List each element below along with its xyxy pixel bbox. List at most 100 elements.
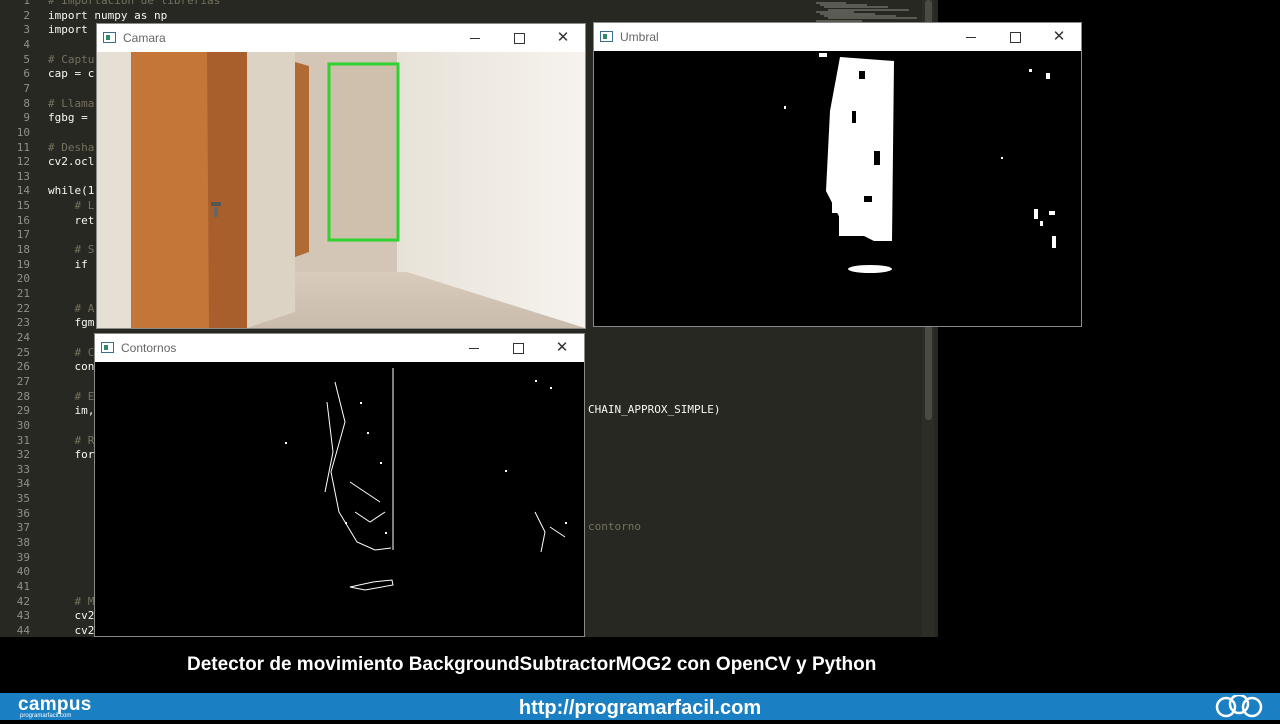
line-number: 20 [16,272,30,286]
close-icon: ✕ [1052,28,1066,45]
minimize-icon [966,36,976,38]
footer-url-link[interactable]: http://programarfacil.com [0,697,1280,720]
window-app-icon [103,32,116,43]
close-button[interactable]: ✕ [1037,23,1081,51]
code-line[interactable]: im, [48,404,94,418]
line-number: 17 [16,228,30,242]
code-fragment-contorno: contorno [588,520,641,533]
code-line[interactable]: if [48,258,94,272]
code-line[interactable]: # R [48,434,94,448]
line-number: 29 [16,404,30,418]
maximize-icon [512,342,524,354]
contornos-contour-frame [95,362,584,636]
minimize-button[interactable] [453,24,497,52]
camara-window[interactable]: Camara ✕ [96,23,586,329]
maximize-button[interactable] [496,334,540,362]
threshold-mask-image [594,51,1081,326]
code-line[interactable]: # Importación de librerías [48,0,220,8]
code-fragment-chain: CHAIN_APPROX_SIMPLE) [588,403,721,416]
line-number: 18 [16,243,30,257]
window-app-icon [600,31,613,42]
line-number: 28 [16,389,30,403]
line-number-gutter: 1 2 3 4 5 6 7 8 9 10 11 12 13 14 15 16 17 18 19 20 21 22 23 24 2… [0,0,38,637]
line-number: 30 [16,418,30,432]
close-button[interactable]: ✕ [540,334,584,362]
line-number: 16 [16,213,30,227]
camera-scene-image [97,52,585,328]
close-icon: ✕ [555,339,569,356]
code-line[interactable]: fgbg = [48,111,94,125]
contornos-window[interactable]: Contornos ✕ [94,333,585,637]
line-number: 24 [16,330,30,344]
code-line[interactable]: while(1 [48,184,94,198]
line-number: 23 [16,316,30,330]
line-number: 4 [23,37,30,51]
line-number: 39 [16,550,30,564]
umbral-threshold-frame [594,51,1081,326]
line-number: 2 [23,8,30,22]
line-number: 35 [16,492,30,506]
code-line[interactable]: # E [48,390,94,404]
line-number: 1 [23,0,30,7]
maximize-icon [1009,31,1021,43]
umbral-window[interactable]: Umbral ✕ [593,22,1082,327]
maximize-button[interactable] [993,23,1037,51]
code-line[interactable]: # Llama [48,97,94,111]
line-number: 22 [16,301,30,315]
line-number: 40 [16,565,30,579]
line-number: 34 [16,477,30,491]
line-number: 6 [23,67,30,81]
code-line[interactable]: import [48,23,88,37]
close-icon: ✕ [556,29,570,46]
code-line[interactable]: for [48,448,94,462]
line-number: 43 [16,609,30,623]
line-number: 15 [16,199,30,213]
umbral-window-title: Umbral [620,30,659,44]
line-number: 21 [16,287,30,300]
camara-video-frame [97,52,585,328]
minimize-button[interactable] [949,23,993,51]
window-app-icon [101,342,114,353]
line-number: 41 [16,580,30,593]
code-line[interactable]: ret [48,214,94,228]
code-line[interactable]: cv2 [48,624,94,637]
line-number: 5 [23,52,30,66]
code-line[interactable]: con [48,360,94,374]
line-number: 26 [16,360,30,374]
minimize-icon [470,37,480,39]
code-line[interactable]: fgm [48,316,94,330]
code-line[interactable]: # C [48,346,94,360]
code-line[interactable]: # M [48,595,94,609]
line-number: 37 [16,521,30,535]
camara-titlebar[interactable]: Camara ✕ [97,24,585,52]
minimize-button[interactable] [452,334,496,362]
line-number: 38 [16,536,30,550]
line-number: 11 [16,140,30,154]
code-line[interactable]: cap = c [48,67,94,81]
line-number: 44 [16,623,30,637]
code-line[interactable]: cv2.ocl [48,155,94,169]
camara-window-title: Camara [123,31,166,45]
code-line[interactable]: # Desha [48,141,94,155]
code-line[interactable]: # A [48,302,94,316]
line-number: 25 [16,345,30,359]
contour-image [95,362,584,636]
close-button[interactable]: ✕ [541,24,585,52]
code-line[interactable]: # S [48,243,94,257]
maximize-button[interactable] [497,24,541,52]
code-line[interactable]: # L [48,199,94,213]
code-line[interactable]: # Captu [48,53,94,67]
line-number: 32 [16,448,30,462]
contornos-window-title: Contornos [121,341,177,355]
contornos-titlebar[interactable]: Contornos ✕ [95,334,584,362]
video-caption: Detector de movimiento BackgroundSubtrac… [187,654,877,675]
umbral-titlebar[interactable]: Umbral ✕ [594,23,1081,51]
line-number: 31 [16,433,30,447]
minimize-icon [469,347,479,349]
code-line[interactable]: import numpy as np [48,9,167,23]
maximize-icon [513,32,525,44]
line-number: 19 [16,257,30,271]
line-number: 33 [16,462,30,476]
line-number: 8 [23,96,30,110]
code-line[interactable]: cv2 [48,609,94,623]
